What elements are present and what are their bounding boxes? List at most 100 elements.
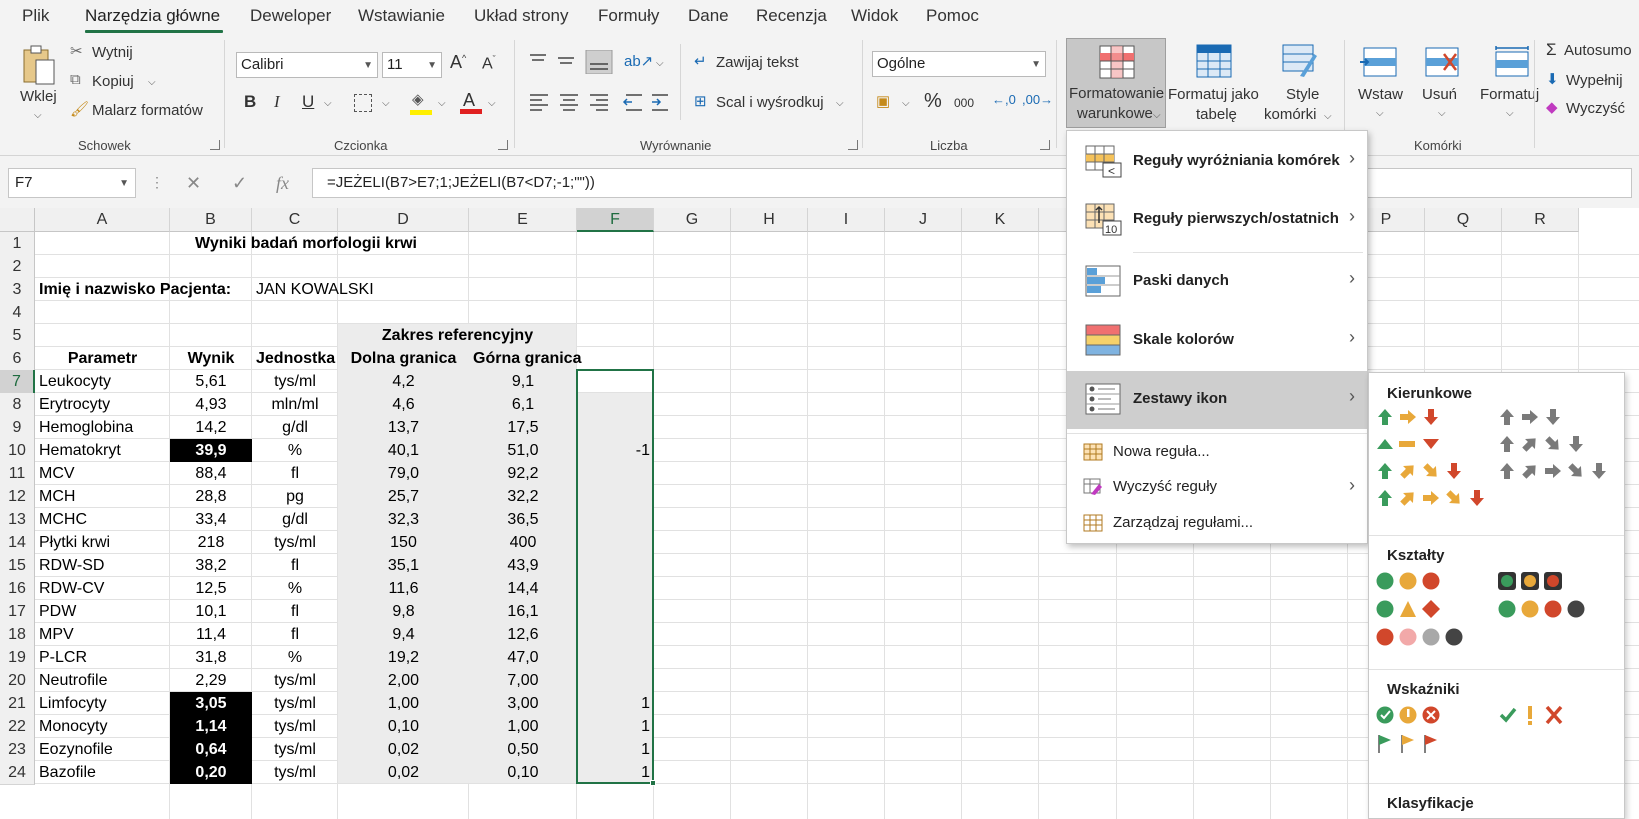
row-header-9[interactable]: 9	[0, 416, 35, 440]
patient-label[interactable]: Imię i nazwisko Pacjenta:	[35, 278, 252, 301]
unit[interactable]: pg	[252, 485, 338, 508]
autosum-button[interactable]: Σ Autosumo	[1546, 40, 1639, 62]
fill-color-icon[interactable]: ◈	[410, 91, 432, 115]
lower-bound[interactable]: 19,2	[338, 646, 469, 669]
tab-page-layout[interactable]: Układ strony	[474, 6, 568, 26]
upper-bound[interactable]: 92,2	[469, 462, 577, 485]
icon-set-option[interactable]	[1499, 705, 1563, 725]
select-all-corner[interactable]	[0, 208, 35, 232]
delete-cells-button[interactable]: Usuń ⌵	[1416, 38, 1472, 128]
sheet-title[interactable]: Wyniki badań morfologii krwi	[35, 232, 577, 255]
unit[interactable]: tys/ml	[252, 370, 338, 393]
thousands-button[interactable]: 000	[954, 96, 974, 110]
column-header-A[interactable]: A	[35, 208, 170, 232]
result-value[interactable]: 33,4	[170, 508, 252, 531]
parameter-name[interactable]: Hematokryt	[35, 439, 170, 462]
unit[interactable]: tys/ml	[252, 738, 338, 761]
upper-bound[interactable]: 7,00	[469, 669, 577, 692]
column-header-H[interactable]: H	[731, 208, 808, 232]
menu-item-icon-sets[interactable]: Zestawy ikon ›	[1067, 371, 1367, 429]
row-header-24[interactable]: 24	[0, 761, 35, 785]
upper-bound[interactable]: 51,0	[469, 439, 577, 462]
merge-center-button[interactable]: ⊞ Scal i wyśrodkuj ⌵	[694, 92, 854, 114]
result-value[interactable]: 31,8	[170, 646, 252, 669]
lower-bound[interactable]: 35,1	[338, 554, 469, 577]
menu-item-top-bottom-rules[interactable]: 10 Reguły pierwszych/ostatnich ›	[1067, 191, 1367, 249]
tab-developer[interactable]: Deweloper	[250, 6, 331, 26]
tab-file[interactable]: Plik	[22, 6, 49, 26]
result-value[interactable]: 39,9	[170, 439, 252, 462]
result-value[interactable]: 88,4	[170, 462, 252, 485]
row-header-10[interactable]: 10	[0, 439, 35, 463]
borders-icon[interactable]	[354, 94, 372, 112]
upper-bound[interactable]: 17,5	[469, 416, 577, 439]
parameter-name[interactable]: RDW-SD	[35, 554, 170, 577]
upper-bound[interactable]: 16,1	[469, 600, 577, 623]
row-header-5[interactable]: 5	[0, 324, 35, 348]
number-format-dropdown[interactable]: Ogólne ▼	[872, 51, 1046, 77]
icon-set-option[interactable]	[1500, 433, 1583, 454]
upper-bound[interactable]: 14,4	[469, 577, 577, 600]
column-header-I[interactable]: I	[808, 208, 885, 232]
lower-bound[interactable]: 0,02	[338, 738, 469, 761]
unit[interactable]: fl	[252, 462, 338, 485]
decrease-decimal-icon[interactable]: ,00→	[1022, 92, 1053, 107]
fill-handle[interactable]	[650, 780, 656, 786]
column-title[interactable]: Parametr	[35, 347, 170, 370]
result-value[interactable]: 3,05	[170, 692, 252, 715]
unit[interactable]: mln/ml	[252, 393, 338, 416]
result-value[interactable]: 218	[170, 531, 252, 554]
result-value[interactable]: 2,29	[170, 669, 252, 692]
column-title[interactable]: Górna granica	[469, 347, 581, 370]
row-header-4[interactable]: 4	[0, 301, 35, 325]
lower-bound[interactable]: 1,00	[338, 692, 469, 715]
column-header-B[interactable]: B	[170, 208, 252, 232]
upper-bound[interactable]: 36,5	[469, 508, 577, 531]
parameter-name[interactable]: Bazofile	[35, 761, 170, 784]
font-color-icon[interactable]: A	[460, 90, 482, 114]
column-header-R[interactable]: R	[1502, 208, 1579, 232]
paste-button[interactable]: Wklej ⌵	[14, 40, 64, 124]
horizontal-align-icons[interactable]	[528, 92, 668, 112]
lower-bound[interactable]: 40,1	[338, 439, 469, 462]
dialog-launcher-icon[interactable]	[848, 140, 858, 150]
wrap-text-button[interactable]: ↵ Zawijaj tekst	[694, 52, 814, 74]
cut-button[interactable]: ✂ Wytnij	[70, 42, 160, 64]
menu-item-clear-rules[interactable]: Wyczyść reguły ›	[1067, 469, 1367, 505]
tab-formulas[interactable]: Formuły	[598, 6, 659, 26]
conditional-formatting-button[interactable]: Formatowanie warunkowe ⌵	[1066, 38, 1166, 128]
tab-insert[interactable]: Wstawianie	[358, 6, 445, 26]
icon-set-option[interactable]	[1376, 628, 1463, 646]
lower-bound[interactable]: 0,10	[338, 715, 469, 738]
row-header-18[interactable]: 18	[0, 623, 35, 647]
bold-button[interactable]: B	[244, 92, 256, 112]
row-header-6[interactable]: 6	[0, 347, 35, 371]
copy-button[interactable]: ⧉ Kopiuj ⌵	[70, 71, 170, 93]
row-header-8[interactable]: 8	[0, 393, 35, 417]
menu-item-new-rule[interactable]: Nowa reguła...	[1067, 435, 1367, 469]
dialog-launcher-icon[interactable]	[498, 140, 508, 150]
column-header-K[interactable]: K	[962, 208, 1039, 232]
unit[interactable]: %	[252, 439, 338, 462]
result-value[interactable]: 5,61	[170, 370, 252, 393]
column-header-G[interactable]: G	[654, 208, 731, 232]
parameter-name[interactable]: RDW-CV	[35, 577, 170, 600]
increase-font-icon[interactable]: A^	[450, 52, 466, 73]
lower-bound[interactable]: 79,0	[338, 462, 469, 485]
result-value[interactable]: 0,64	[170, 738, 252, 761]
column-title[interactable]: Dolna granica	[338, 347, 469, 370]
lower-bound[interactable]: 9,8	[338, 600, 469, 623]
unit[interactable]: tys/ml	[252, 715, 338, 738]
clear-button[interactable]: ◆ Wyczyść	[1546, 98, 1639, 120]
parameter-name[interactable]: MCV	[35, 462, 170, 485]
upper-bound[interactable]: 32,2	[469, 485, 577, 508]
tab-help[interactable]: Pomoc	[926, 6, 979, 26]
lower-bound[interactable]: 150	[338, 531, 469, 554]
lower-bound[interactable]: 11,6	[338, 577, 469, 600]
unit[interactable]: fl	[252, 600, 338, 623]
icon-set-option[interactable]	[1378, 460, 1461, 481]
tab-data[interactable]: Dane	[688, 6, 729, 26]
lower-bound[interactable]: 9,4	[338, 623, 469, 646]
row-header-13[interactable]: 13	[0, 508, 35, 532]
row-header-1[interactable]: 1	[0, 232, 35, 256]
